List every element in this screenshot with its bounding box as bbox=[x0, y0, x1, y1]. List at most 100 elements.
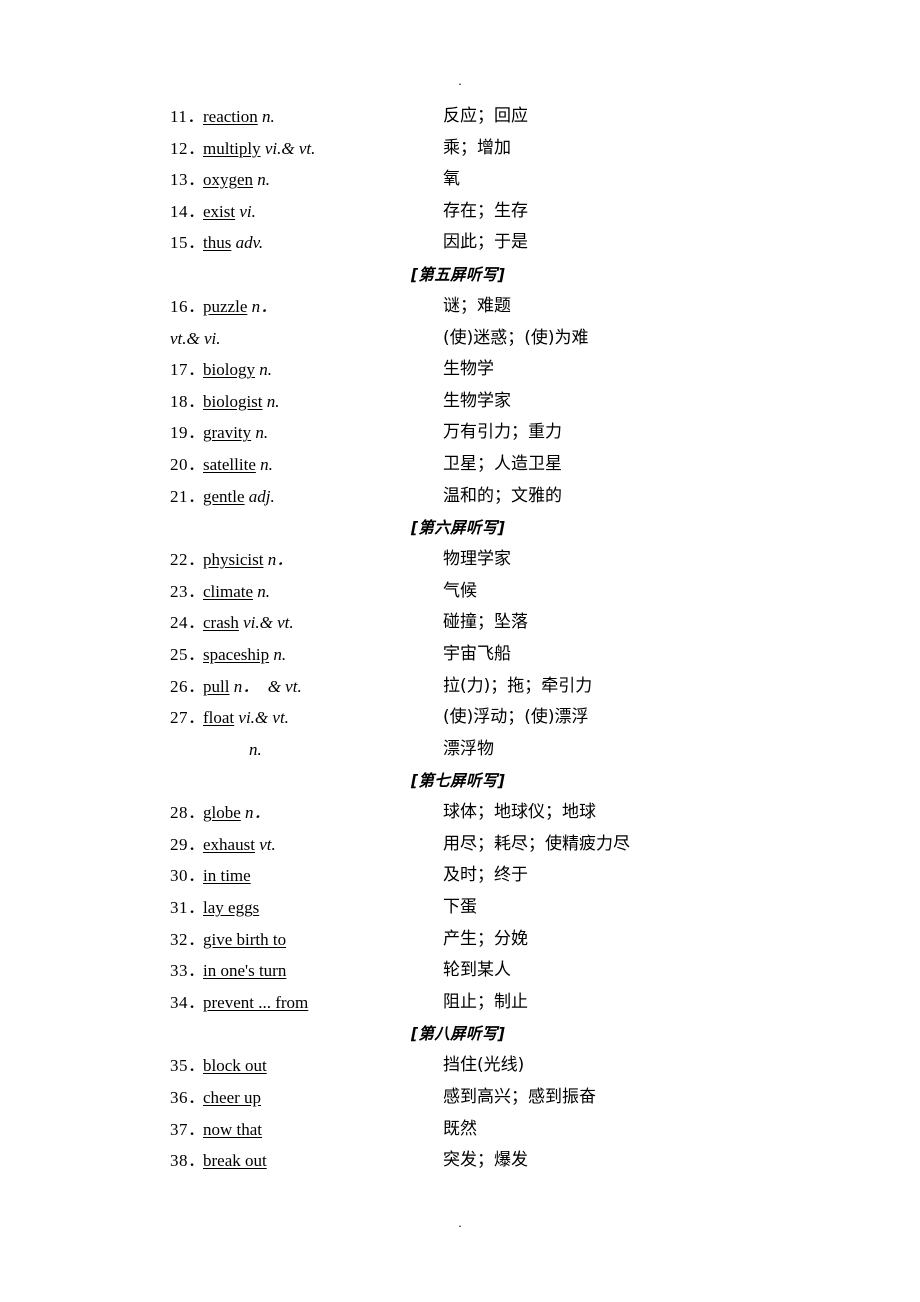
entry-number: 31． bbox=[170, 898, 206, 918]
vocabulary-row: 25． spaceship n. 宇宙飞船 bbox=[0, 642, 920, 674]
entry-headword: in time bbox=[203, 866, 251, 886]
entry-part-of-speech: adv. bbox=[231, 233, 264, 253]
entry-headword: thus bbox=[203, 233, 232, 253]
entry-chinese-meaning: 宇宙飞船 bbox=[443, 643, 511, 664]
entry-headword: oxygen bbox=[203, 170, 254, 190]
section-header-label: [第七屏听写] bbox=[411, 771, 506, 791]
vocabulary-row: 13． oxygen n. 氧 bbox=[0, 167, 920, 199]
entry-chinese-meaning: 轮到某人 bbox=[443, 960, 511, 981]
entry-english: exhaust vt. bbox=[203, 832, 276, 857]
entry-part-of-speech: adj. bbox=[244, 486, 275, 506]
vocabulary-row: 20． satellite n. 卫星；人造卫星 bbox=[0, 452, 920, 484]
vocabulary-row: 17． biology n. 生物学 bbox=[0, 357, 920, 389]
vocabulary-row: 23． climate n. 气候 bbox=[0, 579, 920, 611]
entry-number: 16． bbox=[170, 296, 206, 316]
entry-number: 33． bbox=[170, 961, 206, 981]
entry-headword: cheer up bbox=[203, 1088, 262, 1108]
section-header: [第六屏听写] bbox=[0, 515, 920, 547]
entry-chinese-meaning: 挡住(光线) bbox=[443, 1055, 525, 1076]
vocabulary-row: 32． give birth to 产生；分娩 bbox=[0, 927, 920, 959]
entry-number: 37． bbox=[170, 1119, 206, 1139]
entry-english: give birth to bbox=[203, 927, 286, 952]
entry-chinese-meaning: 漂浮物 bbox=[443, 738, 494, 759]
entry-headword: float bbox=[203, 708, 235, 728]
vocabulary-row: 18． biologist n. 生物学家 bbox=[0, 389, 920, 421]
entry-number: 27． bbox=[170, 708, 206, 728]
entry-english: puzzle n． bbox=[203, 294, 277, 319]
entry-english: biology n. bbox=[203, 357, 272, 382]
entry-chinese-meaning: 乘；增加 bbox=[443, 137, 511, 158]
entry-chinese-meaning: 物理学家 bbox=[443, 549, 511, 570]
vocabulary-row: 30． in time 及时；终于 bbox=[0, 863, 920, 895]
section-header: [第八屏听写] bbox=[0, 1021, 920, 1053]
entry-headword: in one's turn bbox=[203, 961, 287, 981]
entry-part-of-speech: vi. bbox=[235, 201, 256, 221]
entry-english: block out bbox=[203, 1053, 267, 1078]
entry-english: gentle adj. bbox=[203, 484, 275, 509]
entry-english: multiply vi.& vt. bbox=[203, 136, 315, 161]
entry-headword: block out bbox=[203, 1056, 267, 1076]
entry-english: gravity n. bbox=[203, 420, 268, 445]
entry-number: 32． bbox=[170, 929, 206, 949]
entry-headword: lay eggs bbox=[203, 898, 260, 918]
entry-english: crash vi.& vt. bbox=[203, 610, 294, 635]
entry-chinese-meaning: 反应；回应 bbox=[443, 106, 528, 126]
entry-number: 11． bbox=[170, 107, 205, 126]
entry-number: 34． bbox=[170, 992, 206, 1012]
entry-chinese-meaning: 既然 bbox=[443, 1118, 477, 1139]
entry-number: 15． bbox=[170, 233, 206, 253]
entry-headword: multiply bbox=[203, 138, 261, 158]
entry-english: float vi.& vt. bbox=[203, 705, 289, 730]
entry-english: cheer up bbox=[203, 1085, 261, 1110]
entry-part-of-speech: n. bbox=[262, 391, 280, 411]
vocabulary-row: 28． globe n． 球体；地球仪；地球 bbox=[0, 800, 920, 832]
entry-english: now that bbox=[203, 1117, 262, 1142]
entry-headword: exhaust bbox=[203, 834, 255, 854]
entry-number: 12． bbox=[170, 138, 206, 158]
vocabulary-row: 16． puzzle n． 谜；难题 bbox=[0, 294, 920, 326]
entry-part-of-speech: n． & vt. bbox=[229, 676, 302, 696]
document-page: . 11． reaction n. 反应；回应 12． multiply vi.& vt… bbox=[0, 0, 920, 1302]
entry-part-of-speech: n. bbox=[253, 170, 271, 190]
entry-english: satellite n. bbox=[203, 452, 273, 477]
entry-headword: satellite bbox=[203, 454, 256, 474]
entry-english: n. bbox=[249, 737, 262, 762]
entry-chinese-meaning: 球体；地球仪；地球 bbox=[443, 802, 596, 823]
entry-number: 19． bbox=[170, 423, 206, 443]
entry-headword: spaceship bbox=[203, 644, 270, 664]
section-header: [第五屏听写] bbox=[0, 262, 920, 294]
entry-headword: prevent ... from bbox=[203, 992, 309, 1012]
entry-chinese-meaning: 碰撞；坠落 bbox=[443, 612, 528, 633]
entry-english: spaceship n. bbox=[203, 642, 286, 667]
vocabulary-row: 19． gravity n. 万有引力；重力 bbox=[0, 420, 920, 452]
entry-english: reaction n. bbox=[203, 104, 275, 129]
entry-english: prevent ... from bbox=[203, 990, 308, 1015]
vocabulary-row: 14． exist vi. 存在；生存 bbox=[0, 199, 920, 231]
entry-number: 30． bbox=[170, 866, 206, 886]
entry-english: break out bbox=[203, 1148, 267, 1173]
entry-part-of-speech: n. bbox=[251, 423, 269, 443]
entry-english: physicist n． bbox=[203, 547, 293, 572]
entry-english: lay eggs bbox=[203, 895, 259, 920]
entry-chinese-meaning: 阻止；制止 bbox=[443, 991, 528, 1012]
entry-number: 21． bbox=[170, 486, 206, 506]
entry-headword: biologist bbox=[203, 391, 263, 411]
entry-chinese-meaning: 生物学家 bbox=[443, 390, 511, 411]
vocabulary-row: 33． in one's turn 轮到某人 bbox=[0, 958, 920, 990]
entry-chinese-meaning: 下蛋 bbox=[443, 897, 477, 918]
entry-chinese-meaning: 拉(力)；拖；牵引力 bbox=[443, 675, 593, 696]
entry-part-of-speech: vi.& vt. bbox=[234, 708, 289, 728]
entry-part-of-speech: n． bbox=[240, 803, 271, 823]
entry-headword: puzzle bbox=[203, 296, 248, 316]
entry-part-of-speech: n． bbox=[247, 296, 278, 316]
vocabulary-row: 26． pull n． & vt. 拉(力)；拖；牵引力 bbox=[0, 674, 920, 706]
entry-english: biologist n. bbox=[203, 389, 280, 414]
entry-chinese-meaning: 突发；爆发 bbox=[443, 1150, 528, 1171]
vocabulary-row: 27． float vi.& vt. (使)浮动；(使)漂浮 bbox=[0, 705, 920, 737]
entry-number: 35． bbox=[170, 1056, 206, 1076]
entry-english: globe n． bbox=[203, 800, 271, 825]
entry-english: in one's turn bbox=[203, 958, 286, 983]
vocabulary-row: 21． gentle adj. 温和的；文雅的 bbox=[0, 484, 920, 516]
vocabulary-row: 38． break out 突发；爆发 bbox=[0, 1148, 920, 1180]
entry-headword: gravity bbox=[203, 423, 252, 443]
